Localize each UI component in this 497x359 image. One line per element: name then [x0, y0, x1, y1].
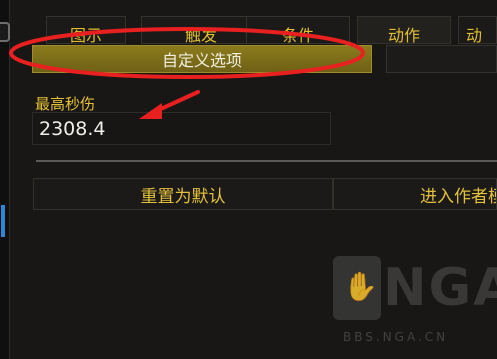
- subtab-secondary[interactable]: [386, 45, 497, 73]
- reset-to-default-button[interactable]: 重置为默认: [33, 178, 333, 210]
- tab-label: 动作: [387, 26, 420, 44]
- tab-label: 条件: [281, 26, 314, 44]
- tab-label: 触发: [184, 26, 217, 44]
- max-dps-input[interactable]: 2308.4: [32, 112, 331, 145]
- author-mode-button-label: 进入作者模式: [420, 186, 496, 207]
- corner-checkbox[interactable]: [0, 22, 10, 42]
- watermark-logo: NGA: [383, 258, 497, 318]
- left-frame-strip: [0, 0, 10, 359]
- reset-button-label: 重置为默认: [140, 186, 226, 207]
- subtab-label: 自定义选项: [161, 51, 242, 70]
- tab-trigger[interactable]: 触发: [141, 16, 261, 44]
- tab-actions[interactable]: 动作: [357, 16, 451, 44]
- left-selection-indicator: [1, 205, 5, 237]
- max-dps-label: 最高秒伤: [35, 95, 96, 113]
- bear-paw-icon: ✋: [343, 270, 378, 303]
- tab-label: 图示: [69, 26, 102, 44]
- tab-label: 动画: [466, 26, 483, 44]
- tab-display[interactable]: 图示: [46, 16, 126, 44]
- divider: [36, 160, 497, 162]
- enter-author-mode-button[interactable]: 进入作者模式: [333, 178, 497, 210]
- tab-animations[interactable]: 动画: [458, 16, 497, 44]
- subtab-custom-options[interactable]: 自定义选项: [32, 45, 372, 73]
- tab-conditions[interactable]: 条件: [246, 16, 350, 44]
- watermark-url: BBS.NGA.CN: [343, 330, 449, 344]
